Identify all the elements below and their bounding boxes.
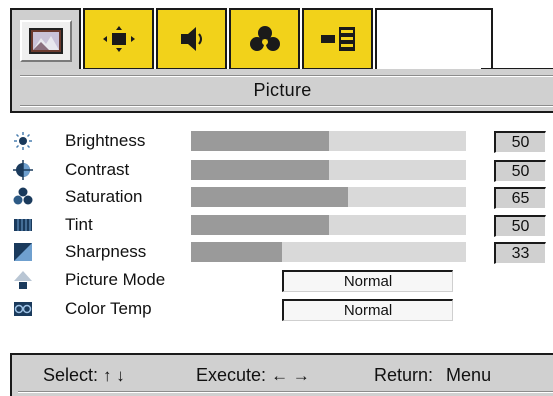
picture-mode-icon bbox=[14, 271, 32, 289]
tools-blocks-icon bbox=[320, 27, 355, 51]
menu-tab-bar bbox=[10, 6, 553, 72]
setting-label: Tint bbox=[65, 215, 93, 234]
tint-icon bbox=[14, 219, 32, 231]
status-groove bbox=[18, 391, 553, 393]
page-title: Picture bbox=[253, 80, 312, 100]
setting-label: Sharpness bbox=[65, 242, 147, 261]
help-status-bar: Select: ↑ ↓ Execute: ← → Return: Menu bbox=[10, 353, 553, 396]
picture-mode-select[interactable]: Normal bbox=[282, 270, 453, 292]
slider-track[interactable] bbox=[191, 242, 466, 262]
saturation-icon bbox=[13, 187, 33, 205]
slider-track[interactable] bbox=[191, 187, 466, 207]
setting-label: Color Temp bbox=[65, 299, 152, 318]
picture-landscape-icon bbox=[28, 28, 63, 54]
color-temp-select[interactable]: Normal bbox=[282, 299, 453, 321]
execute-hint-label: Execute: bbox=[196, 365, 267, 385]
slider-fill bbox=[191, 242, 282, 262]
setting-label: Picture Mode bbox=[65, 270, 166, 289]
setting-label: Brightness bbox=[65, 131, 146, 150]
setting-row-color-temp[interactable]: Color Temp Normal bbox=[0, 297, 553, 323]
value-box: 65 bbox=[494, 187, 546, 209]
slider-track[interactable] bbox=[191, 131, 466, 151]
select-hint: Select: ↑ ↓ bbox=[43, 364, 125, 387]
select-hint-label: Select: bbox=[43, 365, 99, 385]
execute-hint: Execute: ← → bbox=[196, 364, 310, 387]
return-hint: Return: Menu bbox=[374, 364, 491, 386]
title-groove-top bbox=[20, 75, 553, 77]
tab-setup[interactable] bbox=[302, 8, 373, 70]
setting-row-contrast[interactable]: Contrast 50 bbox=[0, 158, 553, 184]
tab-color[interactable] bbox=[229, 8, 300, 70]
up-down-arrow-icon: ↑ ↓ bbox=[103, 366, 125, 385]
setting-row-saturation[interactable]: Saturation 65 bbox=[0, 185, 553, 211]
slider-fill bbox=[191, 131, 329, 151]
value-box: 50 bbox=[494, 215, 546, 237]
value-box: 33 bbox=[494, 242, 546, 264]
screen-position-icon bbox=[102, 26, 135, 52]
setting-row-sharpness[interactable]: Sharpness 33 bbox=[0, 240, 553, 266]
setting-row-brightness[interactable]: Brightness 50 bbox=[0, 129, 553, 155]
color-temp-icon bbox=[14, 302, 32, 316]
return-hint-label: Return: bbox=[374, 365, 434, 385]
setting-label: Saturation bbox=[65, 187, 143, 206]
slider-track[interactable] bbox=[191, 215, 466, 235]
slider-fill bbox=[191, 215, 329, 235]
tab-empty bbox=[375, 8, 493, 72]
slider-fill bbox=[191, 187, 348, 207]
brightness-icon bbox=[14, 132, 32, 150]
return-hint-value: Menu bbox=[446, 365, 492, 385]
setting-label: Contrast bbox=[65, 160, 130, 179]
slider-fill bbox=[191, 160, 329, 180]
contrast-icon bbox=[13, 160, 33, 180]
value-box: 50 bbox=[494, 160, 546, 182]
sharpness-icon bbox=[14, 243, 32, 261]
setting-row-tint[interactable]: Tint 50 bbox=[0, 213, 553, 239]
page-title-bar: Picture bbox=[10, 69, 553, 113]
title-groove-bottom bbox=[20, 105, 553, 107]
setting-row-picture-mode[interactable]: Picture Mode Normal bbox=[0, 268, 553, 294]
left-right-arrow-icon: ← → bbox=[271, 366, 310, 385]
color-circles-icon bbox=[249, 26, 280, 51]
tab-audio[interactable] bbox=[156, 8, 227, 70]
value-box: 50 bbox=[494, 131, 546, 153]
tab-picture[interactable] bbox=[10, 8, 81, 72]
slider-track[interactable] bbox=[191, 160, 466, 180]
audio-speaker-icon bbox=[180, 27, 202, 51]
tab-screen[interactable] bbox=[83, 8, 154, 70]
